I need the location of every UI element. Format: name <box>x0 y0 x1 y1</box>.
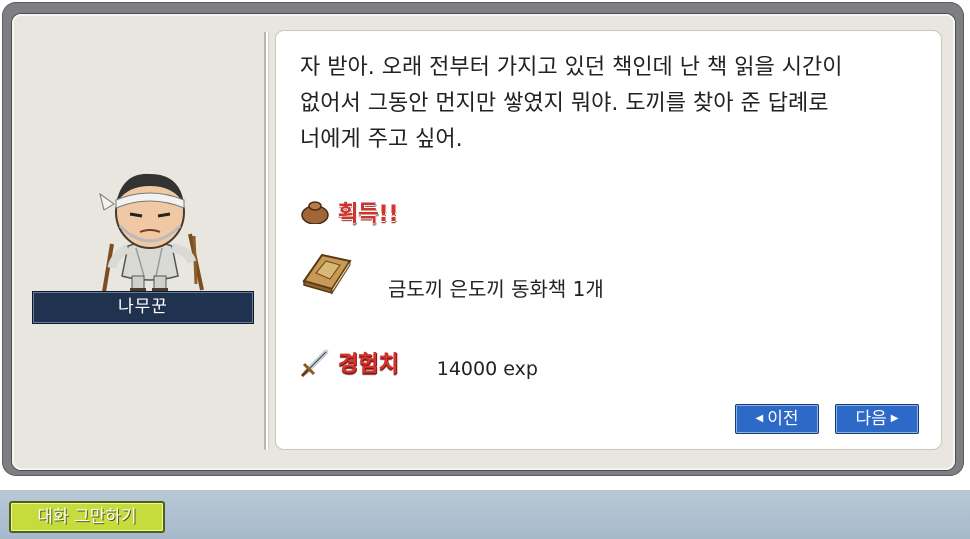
exp-label: 경험치 <box>338 352 399 377</box>
dialog-message: 자 받아. 오래 전부터 가지고 있던 책인데 난 책 읽을 시간이 없어서 그… <box>300 55 843 152</box>
npc-portrait <box>99 173 204 293</box>
acquire-header: 획득!! <box>300 196 399 228</box>
dialog-body: 나무꾼 자 받아. 오래 전부터 가지고 있던 책인데 난 책 읽을 시간이 없… <box>12 14 955 470</box>
bag-icon <box>301 201 329 224</box>
reward-exp: 경험치 14000 exp <box>300 346 538 380</box>
triangle-right-icon: ▶ <box>890 413 899 424</box>
panel-divider <box>264 32 269 450</box>
prev-button[interactable]: ◀ 이전 <box>735 404 819 434</box>
npc-panel: 나무꾼 <box>12 14 264 470</box>
npc-name-plate: 나무꾼 <box>32 291 254 324</box>
reward-item-name: 금도끼 은도끼 동화책 1개 <box>388 276 604 301</box>
reward-item: 금도끼 은도끼 동화책 1개 <box>300 251 604 301</box>
sword-icon <box>300 349 329 378</box>
dialog-text-box: 자 받아. 오래 전부터 가지고 있던 책인데 난 책 읽을 시간이 없어서 그… <box>276 31 941 449</box>
next-button[interactable]: 다음 ▶ <box>835 404 919 434</box>
bottom-bar: 대화 그만하기 <box>0 488 970 539</box>
acquire-label: 획득!! <box>338 202 399 227</box>
next-button-label: 다음 <box>855 409 887 429</box>
book-icon <box>302 253 352 295</box>
end-chat-button[interactable]: 대화 그만하기 <box>9 501 165 533</box>
exp-value: 14000 exp <box>436 358 538 380</box>
prev-button-label: 이전 <box>767 409 799 429</box>
npc-dialog-window: 나무꾼 자 받아. 오래 전부터 가지고 있던 책인데 난 책 읽을 시간이 없… <box>2 2 964 476</box>
triangle-left-icon: ◀ <box>755 413 764 424</box>
